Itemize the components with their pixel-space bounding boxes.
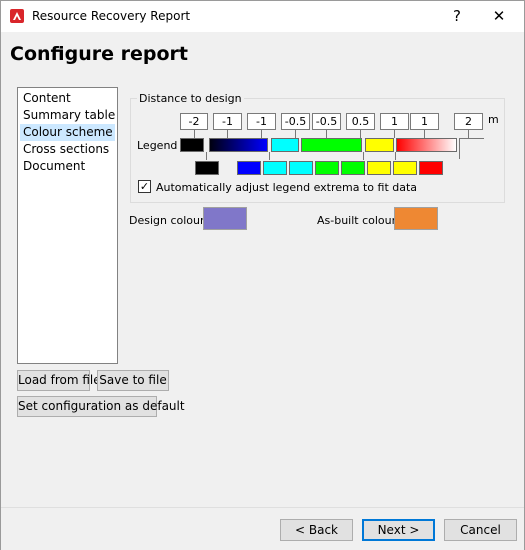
connector-line	[468, 130, 469, 138]
connector-line	[360, 130, 361, 138]
connector-line	[295, 130, 296, 138]
connector-line	[261, 130, 262, 138]
connector-line	[395, 152, 396, 160]
legend-bottom-swatch[interactable]	[393, 161, 417, 175]
title-bar: Resource Recovery Report ? ✕	[1, 1, 524, 32]
report-window: Resource Recovery Report ? ✕ Configure r…	[0, 0, 525, 550]
group-label: Distance to design	[137, 92, 244, 105]
as-built-colour-swatch[interactable]	[394, 207, 438, 230]
connector-line	[363, 152, 364, 160]
legend-bottom-swatch[interactable]	[341, 161, 365, 175]
next-button[interactable]: Next >	[362, 519, 435, 541]
legend-top-swatch[interactable]	[301, 138, 362, 152]
legend-bottom-swatch[interactable]	[195, 161, 219, 175]
nav-item-cross-sections[interactable]: Cross sections	[20, 141, 115, 158]
distance-field[interactable]: -0.5	[281, 113, 310, 130]
distance-field[interactable]: 1	[380, 113, 409, 130]
distance-field[interactable]: 1	[410, 113, 439, 130]
connector-line	[394, 130, 395, 138]
legend-top-swatch[interactable]	[396, 138, 457, 152]
nav-item-content[interactable]: Content	[20, 90, 115, 107]
distance-field[interactable]: 2	[454, 113, 483, 130]
distance-field[interactable]: -0.5	[312, 113, 341, 130]
legend-bottom-swatch[interactable]	[367, 161, 391, 175]
set-default-button[interactable]: Set configuration as default	[17, 396, 185, 417]
nav-item-document[interactable]: Document	[20, 158, 115, 175]
connector-line	[459, 138, 484, 139]
page-title: Configure report	[10, 43, 188, 65]
design-colour-swatch[interactable]	[203, 207, 247, 230]
distance-field[interactable]: -1	[247, 113, 276, 130]
legend-top-swatch[interactable]	[180, 138, 204, 152]
connector-line	[194, 130, 195, 138]
legend-bottom-swatch[interactable]	[289, 161, 313, 175]
connector-line	[206, 152, 207, 160]
save-to-file-button[interactable]: Save to file	[97, 370, 169, 391]
app-logo-icon	[10, 9, 24, 23]
legend-top-swatch[interactable]	[271, 138, 299, 152]
unit-label: m	[488, 113, 499, 126]
load-from-file-button[interactable]: Load from file	[17, 370, 101, 391]
connector-line	[326, 130, 327, 138]
legend-top-swatch[interactable]	[365, 138, 394, 152]
legend-bottom-swatch[interactable]	[315, 161, 339, 175]
legend-label: Legend	[137, 139, 178, 152]
distance-field[interactable]: -2	[180, 113, 208, 130]
close-button[interactable]: ✕	[487, 5, 511, 27]
nav-item-summary-table[interactable]: Summary table	[20, 107, 115, 124]
connector-line	[227, 130, 228, 138]
legend-bottom-swatch[interactable]	[263, 161, 287, 175]
back-button[interactable]: < Back	[280, 519, 353, 541]
as-built-colour-label: As-built colour	[317, 214, 397, 227]
legend-top-swatch[interactable]	[209, 138, 268, 152]
distance-field[interactable]: -1	[213, 113, 242, 130]
auto-adjust-label: Automatically adjust legend extrema to f…	[156, 181, 418, 194]
help-button[interactable]: ?	[445, 5, 469, 27]
connector-line	[269, 152, 270, 160]
window-title: Resource Recovery Report	[32, 9, 191, 23]
auto-adjust-checkbox[interactable]: ✓	[138, 180, 151, 193]
connector-line	[459, 138, 460, 159]
distance-field[interactable]: 0.5	[346, 113, 375, 130]
legend-bottom-swatch[interactable]	[237, 161, 261, 175]
cancel-button[interactable]: Cancel	[444, 519, 517, 541]
connector-line	[424, 130, 425, 138]
legend-bottom-swatch[interactable]	[419, 161, 443, 175]
design-colour-label: Design colour	[129, 214, 205, 227]
section-list[interactable]: Content Summary table Colour scheme Cros…	[17, 87, 118, 364]
nav-item-colour-scheme[interactable]: Colour scheme	[20, 124, 115, 141]
